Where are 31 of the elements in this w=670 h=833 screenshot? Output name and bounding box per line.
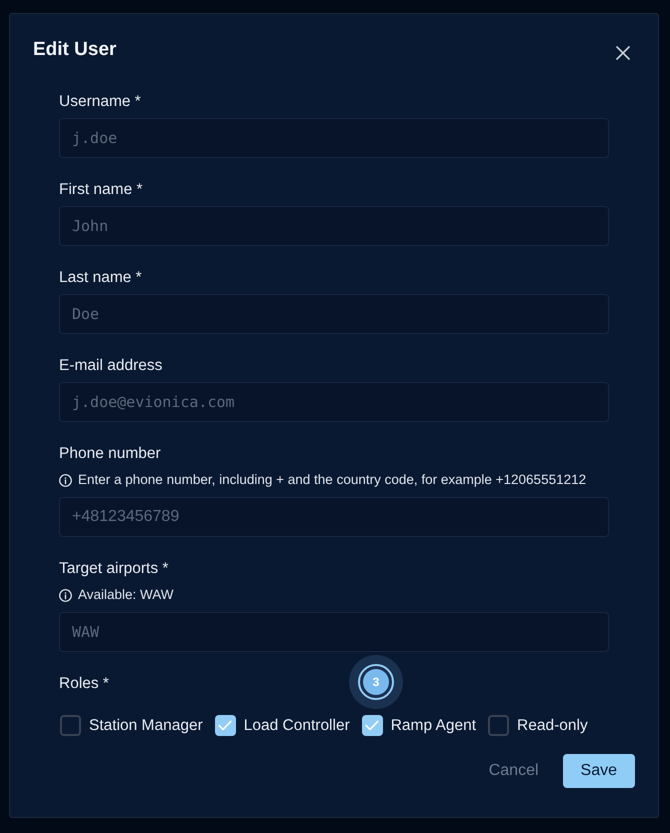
checkbox[interactable] xyxy=(214,715,236,736)
text-input[interactable]: j.doe@evionica.com xyxy=(59,382,609,422)
field-label: Phone number xyxy=(59,444,161,464)
field-label: Target airports * xyxy=(59,559,168,579)
text-input[interactable]: j.doe xyxy=(59,118,609,158)
text-input[interactable]: +48123456789 xyxy=(59,497,609,537)
checkbox[interactable] xyxy=(488,715,510,736)
field-label: E-mail address xyxy=(59,356,162,376)
text-input[interactable]: John xyxy=(59,206,609,246)
checkmark-icon xyxy=(218,720,232,731)
checkbox-label: Read-only xyxy=(517,716,588,736)
cancel-button[interactable]: Cancel xyxy=(478,754,549,788)
hint-text: Enter a phone number, including + and the country code, for example +12065551212 xyxy=(78,471,586,489)
field-label: Username * xyxy=(59,92,141,112)
close-icon xyxy=(616,46,630,60)
text-input[interactable]: Doe xyxy=(59,294,609,334)
field-label: Roles * xyxy=(59,674,109,694)
dialog-title: Edit User xyxy=(33,38,116,62)
field-label: First name * xyxy=(59,180,143,200)
checkbox[interactable] xyxy=(362,715,383,736)
hint-text: Available: WAW xyxy=(78,586,174,604)
save-button[interactable]: Save xyxy=(562,754,635,788)
checkmark-icon xyxy=(365,720,380,731)
checkbox-label: Ramp Agent xyxy=(390,716,476,736)
checkbox-label: Load Controller xyxy=(244,716,350,736)
checkbox-label: Station Manager xyxy=(89,716,203,736)
info-icon xyxy=(59,588,72,602)
info-icon xyxy=(59,474,72,486)
text-input[interactable]: WAW xyxy=(59,612,609,652)
field-label: Last name * xyxy=(59,268,142,288)
checkbox[interactable] xyxy=(60,715,81,736)
